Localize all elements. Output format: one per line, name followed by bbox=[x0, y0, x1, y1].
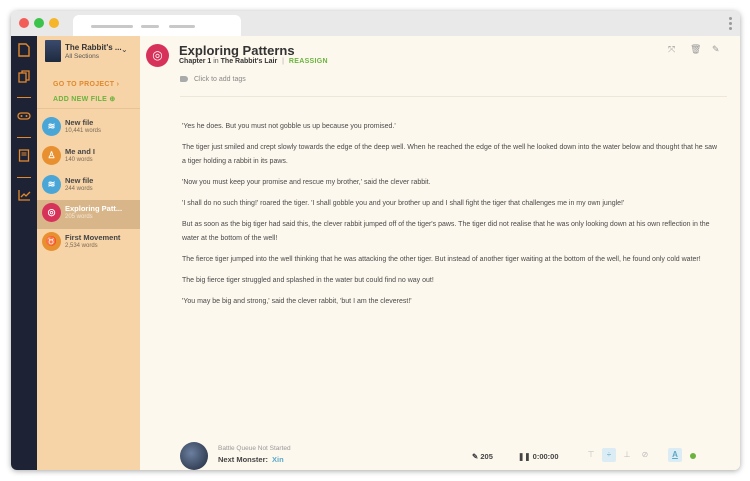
file-item[interactable]: ♉ First Movement 2,534 words bbox=[37, 229, 140, 258]
file-item[interactable]: ♙ Me and I 140 words bbox=[37, 143, 140, 172]
chevron-down-icon[interactable]: ⌄ bbox=[121, 45, 128, 54]
battle-queue-status: Battle Queue Not Started bbox=[218, 445, 291, 452]
text-style-icon[interactable]: A bbox=[668, 448, 682, 462]
file-name: New file bbox=[65, 118, 94, 127]
paragraph: 'You may be big and strong,' said the cl… bbox=[182, 298, 412, 305]
in-label: in bbox=[213, 58, 219, 65]
browser-tab[interactable] bbox=[73, 15, 241, 37]
go-to-project-link[interactable]: GO TO PROJECT › bbox=[53, 81, 119, 88]
app-window: The Rabbit's ... All Sections ⌄ GO TO PR… bbox=[11, 11, 740, 470]
file-name: First Movement bbox=[65, 233, 121, 242]
word-count-value: 205 bbox=[480, 452, 493, 461]
pencil-icon: ✎ bbox=[472, 452, 479, 461]
file-item-active[interactable]: ◎ Exploring Patt... 205 words bbox=[37, 200, 140, 229]
document-location: Chapter 1 in The Rabbit's Lair | REASSIG… bbox=[179, 58, 328, 65]
project-cover-image bbox=[45, 40, 61, 62]
file-word-count: 2,534 words bbox=[65, 243, 98, 249]
paragraph: But as soon as the big tiger had said th… bbox=[182, 221, 710, 242]
file-word-count: 205 words bbox=[65, 214, 93, 220]
paragraph: The tiger just smiled and crept slowly t… bbox=[182, 144, 718, 165]
file-item[interactable]: ≋ New file 10,441 words bbox=[37, 114, 140, 143]
align-bottom-icon[interactable]: ⊥ bbox=[620, 448, 634, 462]
file-name: Exploring Patt... bbox=[65, 204, 123, 213]
gamepad-icon[interactable] bbox=[17, 110, 31, 124]
plus-circle-icon: ⊕ bbox=[109, 96, 116, 103]
ribbon-icon: ♙ bbox=[42, 146, 61, 165]
title-bar bbox=[11, 11, 740, 37]
project-name: The Rabbit's Lair bbox=[220, 58, 278, 65]
paragraph: The big fierce tiger struggled and splas… bbox=[182, 277, 434, 284]
monster-name[interactable]: Xin bbox=[272, 455, 284, 464]
maximize-window-button[interactable] bbox=[34, 18, 44, 28]
paragraph: 'Now you must keep your promise and resc… bbox=[182, 179, 431, 186]
trash-icon[interactable]: 🗑 bbox=[690, 44, 701, 55]
more-options-icon[interactable] bbox=[729, 17, 732, 32]
align-middle-icon[interactable]: ÷ bbox=[602, 448, 616, 462]
file-name: New file bbox=[65, 176, 94, 185]
timer[interactable]: ❚❚ 0:00:00 bbox=[518, 452, 559, 461]
edit-icon[interactable]: ✎ bbox=[712, 44, 720, 55]
timer-value: 0:00:00 bbox=[532, 452, 559, 461]
paragraph: The fierce tiger jumped into the well th… bbox=[182, 256, 701, 263]
next-monster: Next Monster: Xin bbox=[218, 455, 284, 464]
word-count: ✎ 205 bbox=[472, 452, 493, 461]
project-title[interactable]: The Rabbit's ... bbox=[65, 43, 122, 52]
monster-avatar[interactable] bbox=[180, 442, 208, 470]
target-icon: ◎ bbox=[146, 44, 169, 67]
project-subtitle: All Sections bbox=[65, 53, 99, 60]
divider bbox=[180, 96, 727, 97]
tags-field[interactable]: Click to add tags bbox=[180, 76, 246, 83]
paragraph: 'Yes he does. But you must not gobble us… bbox=[182, 123, 396, 130]
document-title[interactable]: Exploring Patterns bbox=[179, 43, 295, 58]
layers-icon: ≋ bbox=[42, 117, 61, 136]
tag-icon bbox=[180, 76, 188, 83]
chapter-label: Chapter 1 bbox=[179, 58, 212, 65]
reassign-link[interactable]: REASSIGN bbox=[289, 58, 328, 65]
file-name: Me and I bbox=[65, 147, 96, 156]
collapse-icon[interactable]: ⤧ bbox=[668, 44, 675, 55]
close-window-button[interactable] bbox=[19, 18, 29, 28]
files-sidebar: The Rabbit's ... All Sections ⌄ GO TO PR… bbox=[37, 36, 140, 470]
target-icon: ◎ bbox=[42, 203, 61, 222]
book-icon[interactable] bbox=[17, 149, 31, 163]
status-dot bbox=[690, 453, 696, 459]
chart-icon[interactable] bbox=[17, 189, 31, 203]
add-new-file-button[interactable]: ADD NEW FILE ⊕ bbox=[53, 95, 116, 103]
next-monster-label: Next Monster: bbox=[218, 455, 269, 464]
minimize-window-button[interactable] bbox=[49, 18, 59, 28]
paragraph: 'I shall do no such thing!' roared the t… bbox=[182, 200, 625, 207]
align-top-icon[interactable]: ⊤ bbox=[584, 448, 598, 462]
separator: | bbox=[282, 58, 284, 65]
taurus-icon: ♉ bbox=[42, 232, 61, 251]
icon-rail bbox=[11, 36, 37, 470]
copy-icon[interactable] bbox=[17, 70, 31, 84]
file-word-count: 244 words bbox=[65, 186, 93, 192]
file-item[interactable]: ≋ New file 244 words bbox=[37, 172, 140, 201]
layers-icon: ≋ bbox=[42, 175, 61, 194]
editor-main: ◎ Exploring Patterns Chapter 1 in The Ra… bbox=[140, 36, 740, 470]
tags-placeholder: Click to add tags bbox=[194, 76, 246, 83]
document-icon[interactable] bbox=[17, 43, 31, 57]
document-body[interactable]: 'Yes he does. But you must not gobble us… bbox=[182, 120, 722, 316]
file-word-count: 140 words bbox=[65, 157, 93, 163]
block-icon[interactable]: ⊘ bbox=[638, 448, 652, 462]
pause-icon: ❚❚ bbox=[518, 452, 531, 461]
file-word-count: 10,441 words bbox=[65, 128, 102, 134]
status-footer: Battle Queue Not Started Next Monster: Xi… bbox=[180, 442, 740, 470]
